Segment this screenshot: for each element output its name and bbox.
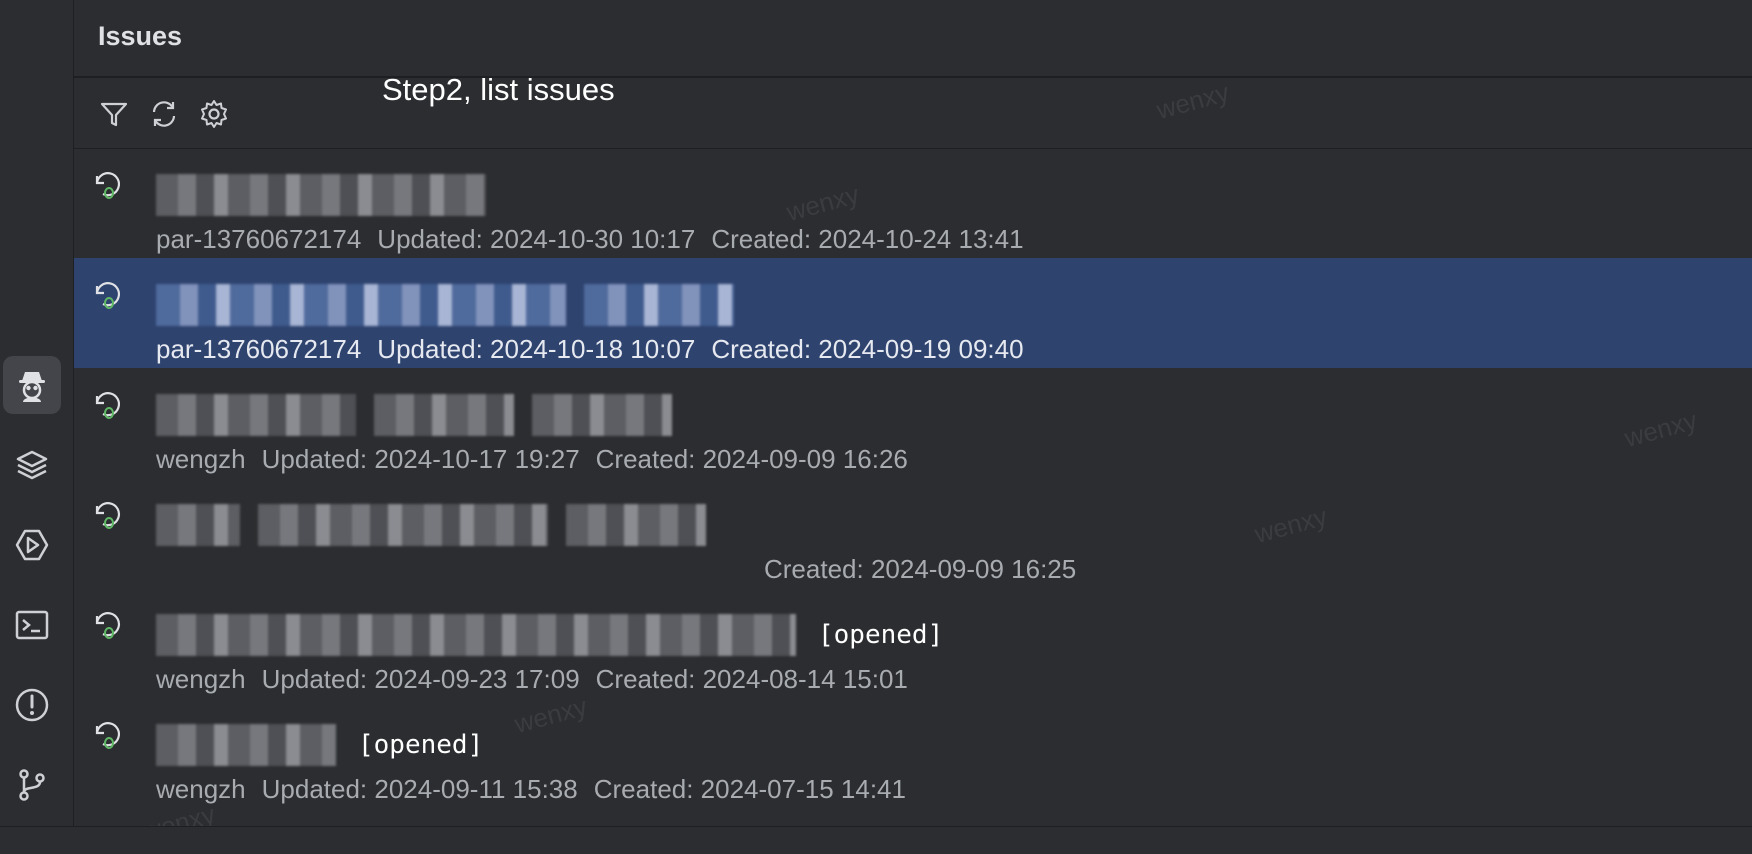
issue-bug-icon [92,168,126,202]
redacted-title [156,394,356,436]
filter-button[interactable] [98,98,130,130]
redacted-title [156,174,486,216]
redacted-title [374,394,514,436]
activity-bar [0,0,74,826]
issue-title [156,390,694,440]
issue-title: [opened] [156,720,483,770]
issues-panel: Issues Step2, list issues par-1376067217… [74,0,1752,847]
redacted-title [156,284,566,326]
issue-title [156,500,728,550]
issue-bug-icon [92,718,126,752]
problems-icon [15,688,49,722]
filter-icon [100,102,128,127]
run-tool-button[interactable] [3,516,61,574]
terminal-tool-button[interactable] [3,596,61,654]
refresh-button[interactable] [148,98,180,130]
panel-header: Issues [74,0,1752,78]
refresh-icon [152,101,176,127]
issue-row[interactable]: Created: 2024-09-09 16:25 [74,478,1752,588]
problems-tool-button[interactable] [3,676,61,734]
git-branch-icon [19,769,45,801]
issue-author: par-13760672174 [156,334,362,364]
status-bar [0,826,1752,854]
issue-row-selected[interactable]: par-13760672174 Updated: 2024-10-18 10:07… [74,258,1752,368]
issue-updated: Updated: 2024-10-17 19:27 [261,444,580,474]
issue-author: par-13760672174 [156,224,362,254]
step-caption: Step2, list issues [382,72,615,107]
issue-meta: wengzh Updated: 2024-09-11 15:38 Created: … [156,774,906,805]
issue-updated: Updated: 2024-10-30 10:17 [377,224,696,254]
git-tool-button[interactable] [3,756,61,814]
issue-author: wengzh [156,774,246,804]
issue-title: [opened] [156,610,943,660]
issue-created: Created: 2024-10-24 13:41 [711,224,1024,254]
issue-created: Created: 2024-08-14 15:01 [595,664,908,694]
issue-row[interactable]: par-13760672174 Updated: 2024-10-30 10:17… [74,148,1752,258]
terminal-icon [15,610,49,640]
issue-meta: par-13760672174 Updated: 2024-10-30 10:17… [156,224,1024,255]
issue-bug-icon [92,388,126,422]
layers-icon [16,450,48,480]
redacted-title [156,614,796,656]
issue-meta: Created: 2024-09-09 16:25 [764,554,1076,585]
issue-updated: Updated: 2024-10-18 10:07 [377,334,696,364]
issue-updated: Updated: 2024-09-23 17:09 [261,664,580,694]
ide-window: Issues Step2, list issues par-1376067217… [0,0,1752,854]
issue-author: wengzh [156,444,246,474]
issue-updated: Updated: 2024-09-11 15:38 [261,774,578,804]
issues-tool-button[interactable] [3,356,61,414]
issue-row[interactable]: [opened] wengzh Updated: 2024-09-23 17:09… [74,588,1752,698]
issue-list: par-13760672174 Updated: 2024-10-30 10:17… [74,148,1752,808]
issue-row[interactable]: [opened] wengzh Updated: 2024-09-11 15:38… [74,698,1752,808]
gear-icon [201,100,227,128]
redacted-title [156,504,240,546]
issue-meta: par-13760672174 Updated: 2024-10-18 10:07… [156,334,1024,365]
issue-bug-icon [92,608,126,642]
issue-title [156,280,756,330]
issue-bug-icon [92,278,126,312]
redacted-title [566,504,706,546]
issue-created: Created: 2024-09-19 09:40 [711,334,1024,364]
issue-row[interactable]: wengzh Updated: 2024-10-17 19:27 Created: … [74,368,1752,478]
issue-created: Created: 2024-09-09 16:25 [764,554,1077,584]
run-hexagon-icon [15,529,49,561]
issue-meta: wengzh Updated: 2024-09-23 17:09 Created: … [156,664,908,695]
redacted-title [258,504,548,546]
layers-tool-button[interactable] [3,436,61,494]
settings-button[interactable] [198,98,230,130]
redacted-title [584,284,734,326]
issue-created: Created: 2024-07-15 14:41 [593,774,906,804]
redacted-title [156,724,336,766]
panel-title: Issues [98,21,183,51]
issue-title [156,170,508,220]
issue-created: Created: 2024-09-09 16:26 [595,444,908,474]
issue-state: [opened] [818,620,944,650]
issue-bug-icon [92,498,126,532]
spy-agent-icon [19,372,45,402]
issue-author: wengzh [156,664,246,694]
issue-state: [opened] [358,730,484,760]
issue-meta: wengzh Updated: 2024-10-17 19:27 Created: … [156,444,908,475]
redacted-title [532,394,672,436]
issues-toolbar [74,78,1752,149]
